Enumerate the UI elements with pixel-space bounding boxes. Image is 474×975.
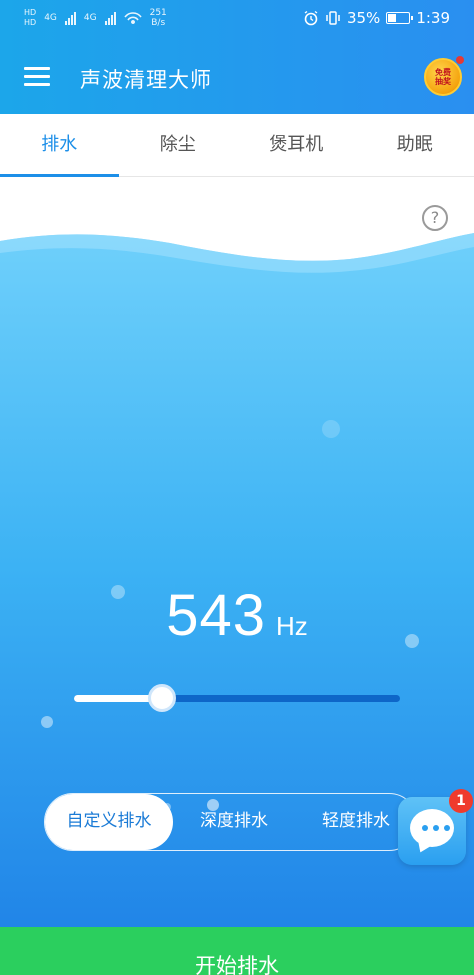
sim1-label: HD [24, 8, 37, 17]
tab-drain[interactable]: 排水 [0, 114, 119, 177]
help-icon[interactable]: ? [422, 205, 448, 231]
tab-earphone[interactable]: 煲耳机 [237, 114, 356, 176]
speed-value: 251 [149, 8, 167, 18]
frequency-slider[interactable] [74, 684, 400, 712]
mode-custom-drain[interactable]: 自定义排水 [45, 794, 173, 850]
battery-icon [386, 12, 414, 24]
tab-dust[interactable]: 除尘 [119, 114, 238, 176]
status-left: HD HD 4G 4G 251 B/s [24, 8, 167, 28]
status-bar: HD HD 4G 4G 251 B/s 35% 1:39 [0, 0, 474, 40]
lottery-badge-label: 免费抽奖 [435, 68, 451, 86]
status-right: 35% 1:39 [303, 9, 450, 27]
signal2-icon [104, 11, 116, 25]
net1-label: 4G [44, 13, 57, 23]
frequency-display: 543 Hz [0, 582, 474, 649]
tab-sleep[interactable]: 助眠 [356, 114, 474, 176]
chat-bubble-icon [410, 809, 454, 847]
chat-unread-badge: 1 [449, 789, 473, 813]
app-title: 声波清理大师 [80, 68, 212, 92]
wifi-hotspot-icon [123, 12, 142, 24]
sim-indicators: HD HD [24, 8, 36, 28]
vibrate-icon [326, 11, 340, 25]
notification-dot [456, 56, 464, 64]
drain-mode-selector: 自定义排水 深度排水 轻度排水 [44, 793, 418, 851]
signal1-icon [64, 11, 76, 25]
battery-percent: 35% [346, 9, 381, 27]
frequency-unit: Hz [276, 611, 308, 641]
lottery-badge-icon[interactable]: 免费抽奖 [424, 58, 462, 96]
status-time: 1:39 [416, 9, 450, 27]
slider-thumb[interactable] [148, 684, 176, 712]
network-speed: 251 B/s [150, 8, 167, 28]
frequency-value: 543 [166, 583, 266, 648]
sim2-label: HD [24, 18, 37, 27]
start-drain-button[interactable]: 开始排水 [0, 927, 474, 975]
water-panel: ? 543 Hz 自定义排水 深度排水 轻度排水 1 [0, 177, 474, 975]
app-bar: 声波清理大师 免费抽奖 [0, 40, 474, 114]
menu-icon[interactable] [24, 67, 50, 87]
tab-bar: 排水 除尘 煲耳机 助眠 [0, 114, 474, 177]
mode-deep-drain[interactable]: 深度排水 [173, 794, 295, 850]
alarm-icon [304, 10, 318, 26]
speed-unit: B/s [151, 18, 166, 28]
net2-label: 4G [83, 13, 97, 23]
top-bar: HD HD 4G 4G 251 B/s 35% 1:39 声波清理大师 免费抽奖 [0, 0, 474, 114]
